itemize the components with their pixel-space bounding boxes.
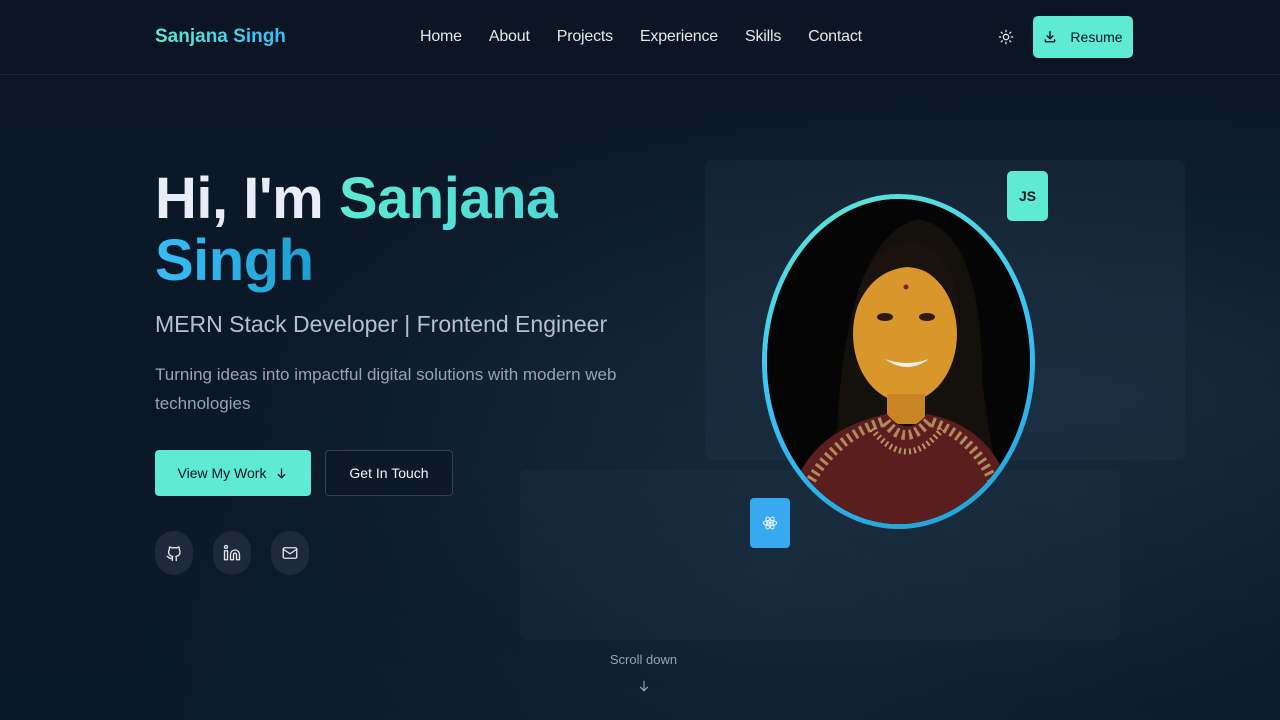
get-in-touch-label: Get In Touch	[349, 465, 429, 481]
nav-experience[interactable]: Experience	[640, 28, 718, 46]
scroll-down-arrow-icon[interactable]	[637, 679, 651, 693]
hero-subtitle: MERN Stack Developer | Frontend Engineer	[155, 311, 608, 337]
site-header: Sanjana Singh Home About Projects Experi…	[0, 0, 1280, 75]
nav-skills[interactable]: Skills	[745, 28, 781, 46]
profile-photo-frame	[762, 194, 1035, 529]
nav-about[interactable]: About	[489, 28, 530, 46]
view-my-work-button[interactable]: View My Work	[155, 450, 311, 496]
github-icon	[166, 546, 181, 562]
hero-greeting: Hi, I'm	[155, 166, 339, 231]
linkedin-icon	[223, 544, 241, 561]
linkedin-link[interactable]	[213, 531, 251, 575]
main-nav: Home About Projects Experience Skills Co…	[420, 28, 862, 46]
site-logo[interactable]: Sanjana Singh	[155, 26, 286, 48]
view-my-work-label: View My Work	[177, 465, 267, 481]
react-icon	[762, 516, 778, 530]
hero-tagline: Turning ideas into impactful digital sol…	[155, 365, 617, 413]
nav-home[interactable]: Home	[420, 28, 462, 46]
resume-button[interactable]: Resume	[1033, 16, 1133, 58]
arrow-down-icon	[278, 468, 286, 478]
sun-icon	[998, 29, 1014, 45]
react-badge	[750, 498, 790, 548]
hero-last-name: Singh	[155, 228, 314, 293]
nav-contact[interactable]: Contact	[808, 28, 862, 46]
javascript-badge: JS	[1007, 171, 1048, 221]
mail-icon	[282, 547, 298, 559]
social-links	[155, 531, 309, 575]
hero-first-name: Sanjana	[338, 166, 558, 231]
github-link[interactable]	[155, 531, 193, 575]
email-link[interactable]	[271, 531, 309, 575]
profile-photo	[767, 199, 1030, 524]
nav-projects[interactable]: Projects	[557, 28, 613, 46]
hero-heading: Hi, I'm Sanjana Singh	[155, 168, 558, 292]
theme-toggle-button[interactable]	[994, 25, 1018, 49]
scroll-down-label[interactable]: Scroll down	[0, 652, 1280, 667]
profile-photo-illustration	[767, 199, 1030, 524]
download-icon	[1045, 31, 1056, 43]
resume-label: Resume	[1070, 29, 1123, 45]
get-in-touch-button[interactable]: Get In Touch	[325, 450, 453, 496]
